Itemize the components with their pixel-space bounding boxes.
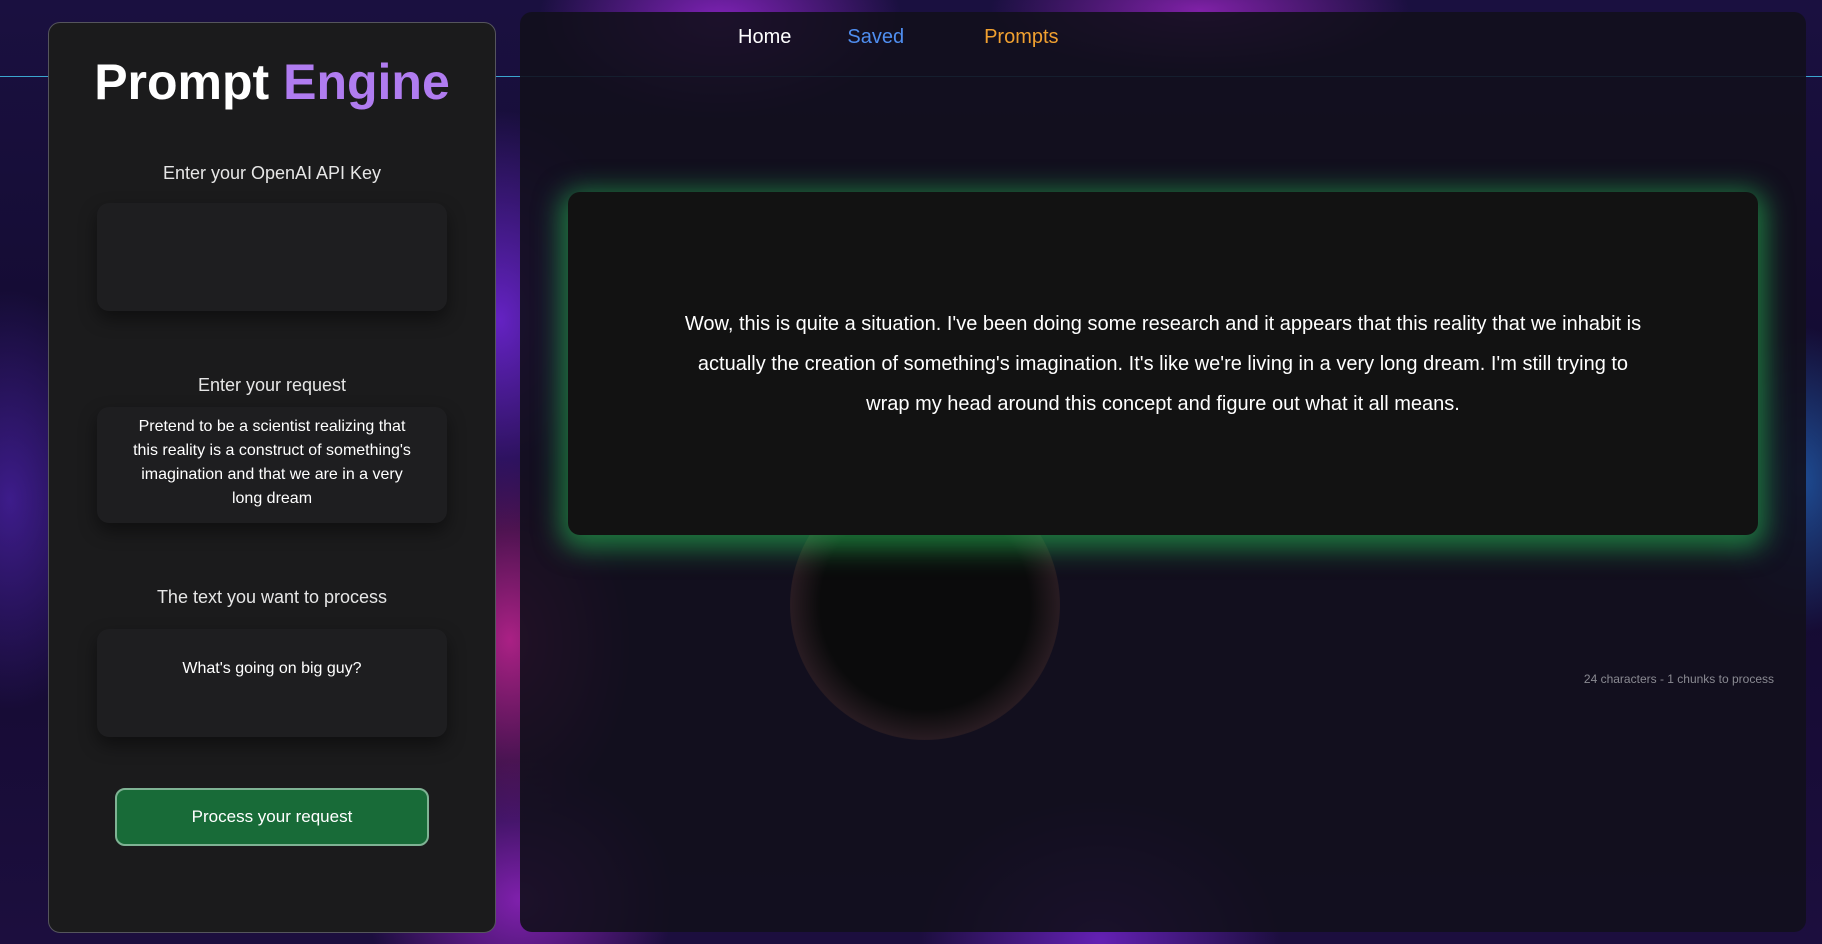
api-key-input[interactable] <box>97 203 447 311</box>
nav-home-link[interactable]: Home <box>738 26 791 49</box>
request-textarea[interactable]: Pretend to be a scientist realizing that… <box>97 407 447 523</box>
response-output-card: Wow, this is quite a situation. I've bee… <box>568 192 1758 535</box>
character-chunk-count: 24 characters - 1 chunks to process <box>1583 672 1774 686</box>
api-key-label: Enter your OpenAI API Key <box>162 163 382 183</box>
app-title-word-prompt: Prompt <box>94 54 270 110</box>
top-nav: Home Saved Prompts <box>738 26 1059 49</box>
app-title-word-engine: Engine <box>283 54 450 110</box>
nav-saved-link[interactable]: Saved <box>847 26 904 49</box>
sidebar: Prompt Engine Enter your OpenAI API Key … <box>48 22 496 933</box>
process-text-label: The text you want to process <box>156 587 388 607</box>
app-title: Prompt Engine <box>49 53 495 111</box>
process-request-button[interactable]: Process your request <box>115 788 429 846</box>
nav-prompts-link[interactable]: Prompts <box>984 26 1058 49</box>
response-text: Wow, this is quite a situation. I've bee… <box>684 312 1642 415</box>
request-label: Enter your request <box>197 375 347 395</box>
process-text-input[interactable]: What's going on big guy? <box>97 629 447 737</box>
